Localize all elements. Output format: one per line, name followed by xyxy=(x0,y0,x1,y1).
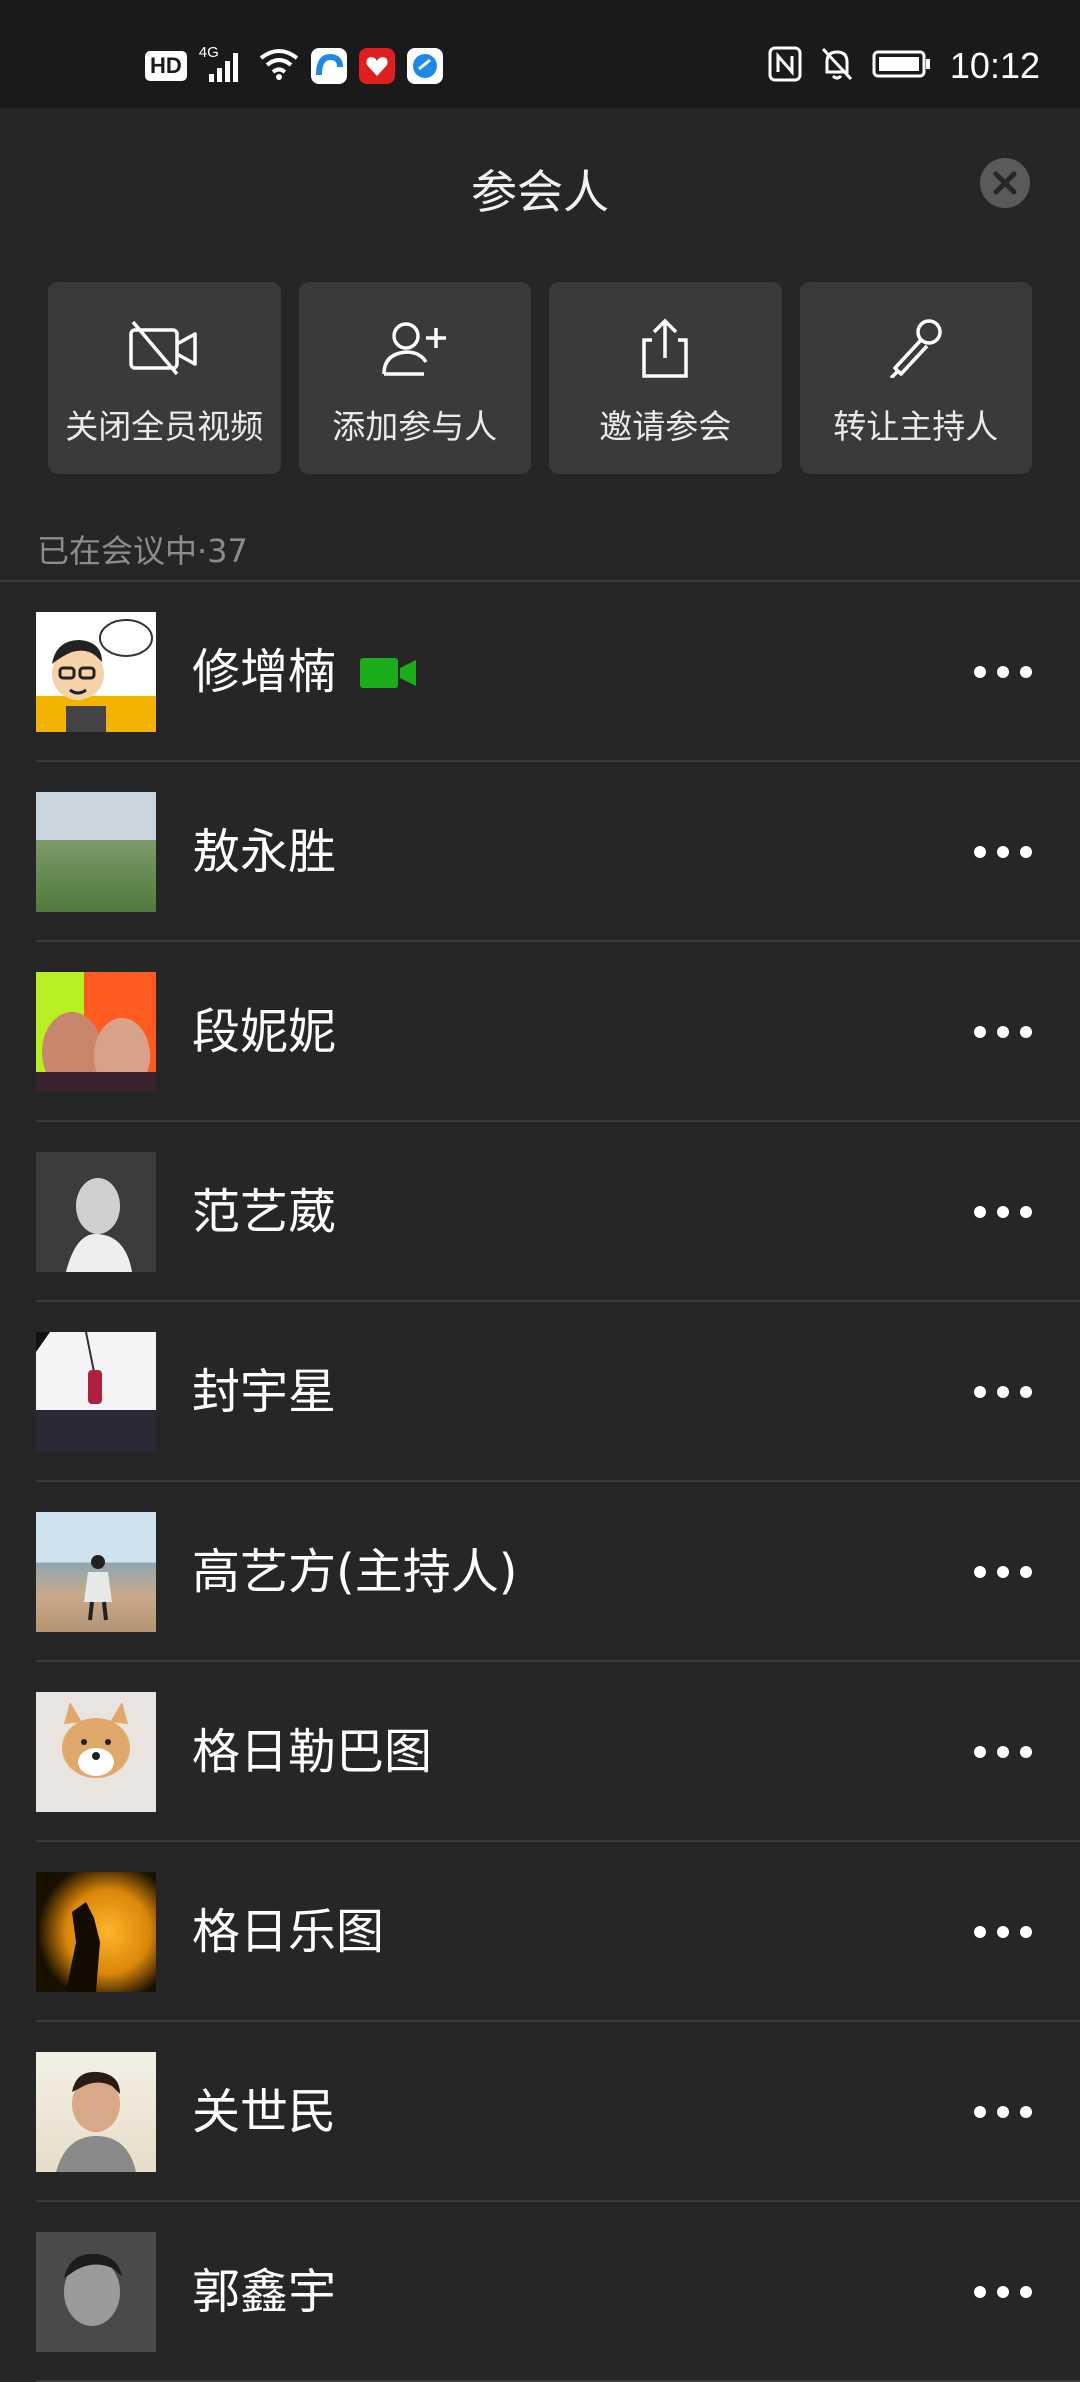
participant-row[interactable]: 敖永胜 xyxy=(0,762,1080,942)
participant-name: 敖永胜 xyxy=(192,824,337,880)
clock: 10:12 xyxy=(949,45,1040,86)
participant-name: 郭鑫宇 xyxy=(192,2264,337,2320)
participant-row[interactable]: 修增楠 xyxy=(0,582,1080,762)
video-on-icon xyxy=(360,658,416,688)
status-bar: HD 4G 10:12 xyxy=(0,0,1080,108)
avatar xyxy=(36,792,156,912)
more-options-button[interactable] xyxy=(974,822,1032,882)
participant-name: 封宇星 xyxy=(192,1364,337,1420)
avatar xyxy=(36,1512,156,1632)
participant-row[interactable]: 范艺葳 xyxy=(0,1122,1080,1302)
participant-row[interactable]: 郭鑫宇 xyxy=(0,2202,1080,2382)
app-icon-red xyxy=(358,48,395,84)
participant-name: 范艺葳 xyxy=(192,1184,337,1240)
battery-icon xyxy=(872,49,932,83)
add-participant-button[interactable]: 添加参与人 xyxy=(298,282,531,474)
participant-row[interactable]: 封宇星 xyxy=(0,1302,1080,1482)
wifi-icon xyxy=(259,48,299,84)
microphone-icon xyxy=(889,319,942,378)
participant-row[interactable]: 段妮妮 xyxy=(0,942,1080,1122)
avatar xyxy=(36,2052,156,2172)
avatar xyxy=(36,612,156,732)
app-icon-globe xyxy=(406,48,443,84)
add-user-icon xyxy=(382,322,446,376)
in-meeting-count: 已在会议中·37 xyxy=(37,532,248,570)
action-bar: 关闭全员视频 添加参与人 邀请参会 转让主持人 xyxy=(48,282,1032,474)
transfer-host-button[interactable]: 转让主持人 xyxy=(799,282,1032,474)
status-right: 10:12 xyxy=(768,44,1040,88)
more-options-button[interactable] xyxy=(974,642,1032,702)
invite-button[interactable]: 邀请参会 xyxy=(549,282,782,474)
share-icon xyxy=(642,318,688,378)
more-options-button[interactable] xyxy=(974,1722,1032,1782)
participants-sheet: 参会人 关闭全员视频 添加参与人 邀请参会 转让主持人 已在会议中·37 修增楠… xyxy=(0,108,1080,2382)
status-left: HD 4G xyxy=(145,44,443,88)
avatar xyxy=(36,1152,156,1272)
hd-icon: HD xyxy=(145,51,187,81)
avatar xyxy=(36,2232,156,2352)
participant-list: 修增楠 敖永胜 段妮妮 范艺葳 封宇星 高艺方(主持人) 格日勒巴图 格日乐图 … xyxy=(0,582,1080,2382)
more-options-button[interactable] xyxy=(974,1182,1032,1242)
more-options-button[interactable] xyxy=(974,1902,1032,1962)
more-options-button[interactable] xyxy=(974,1002,1032,1062)
participant-row[interactable]: 关世民 xyxy=(0,2022,1080,2202)
mute-icon xyxy=(820,46,854,86)
page-title: 参会人 xyxy=(471,165,609,219)
participant-row[interactable]: 格日乐图 xyxy=(0,1842,1080,2022)
participant-row[interactable]: 高艺方(主持人) xyxy=(0,1482,1080,1662)
close-button[interactable] xyxy=(980,158,1030,208)
more-options-button[interactable] xyxy=(974,2082,1032,2142)
app-icon-blue xyxy=(310,48,347,84)
participant-name: 格日勒巴图 xyxy=(192,1724,433,1780)
more-options-button[interactable] xyxy=(974,2262,1032,2322)
nfc-icon xyxy=(768,46,802,86)
avatar xyxy=(36,1692,156,1812)
participant-name: 段妮妮 xyxy=(192,1004,337,1060)
avatar xyxy=(36,1872,156,1992)
signal-icon: 4G xyxy=(199,44,247,84)
close-icon xyxy=(993,171,1017,195)
action-label: 添加参与人 xyxy=(332,407,498,446)
avatar xyxy=(36,1332,156,1452)
action-label: 邀请参会 xyxy=(599,407,732,446)
action-label: 关闭全员视频 xyxy=(65,407,264,446)
participant-name: 修增楠 xyxy=(192,644,337,700)
participant-name: 高艺方(主持人) xyxy=(192,1544,518,1600)
mute-all-video-button[interactable]: 关闭全员视频 xyxy=(48,282,281,474)
participant-row[interactable]: 格日勒巴图 xyxy=(0,1662,1080,1842)
participant-name: 关世民 xyxy=(192,2084,337,2140)
action-label: 转让主持人 xyxy=(833,407,999,446)
avatar xyxy=(36,972,156,1092)
more-options-button[interactable] xyxy=(974,1362,1032,1422)
participant-name: 格日乐图 xyxy=(192,1904,385,1960)
more-options-button[interactable] xyxy=(974,1542,1032,1602)
camera-off-icon xyxy=(129,320,197,376)
